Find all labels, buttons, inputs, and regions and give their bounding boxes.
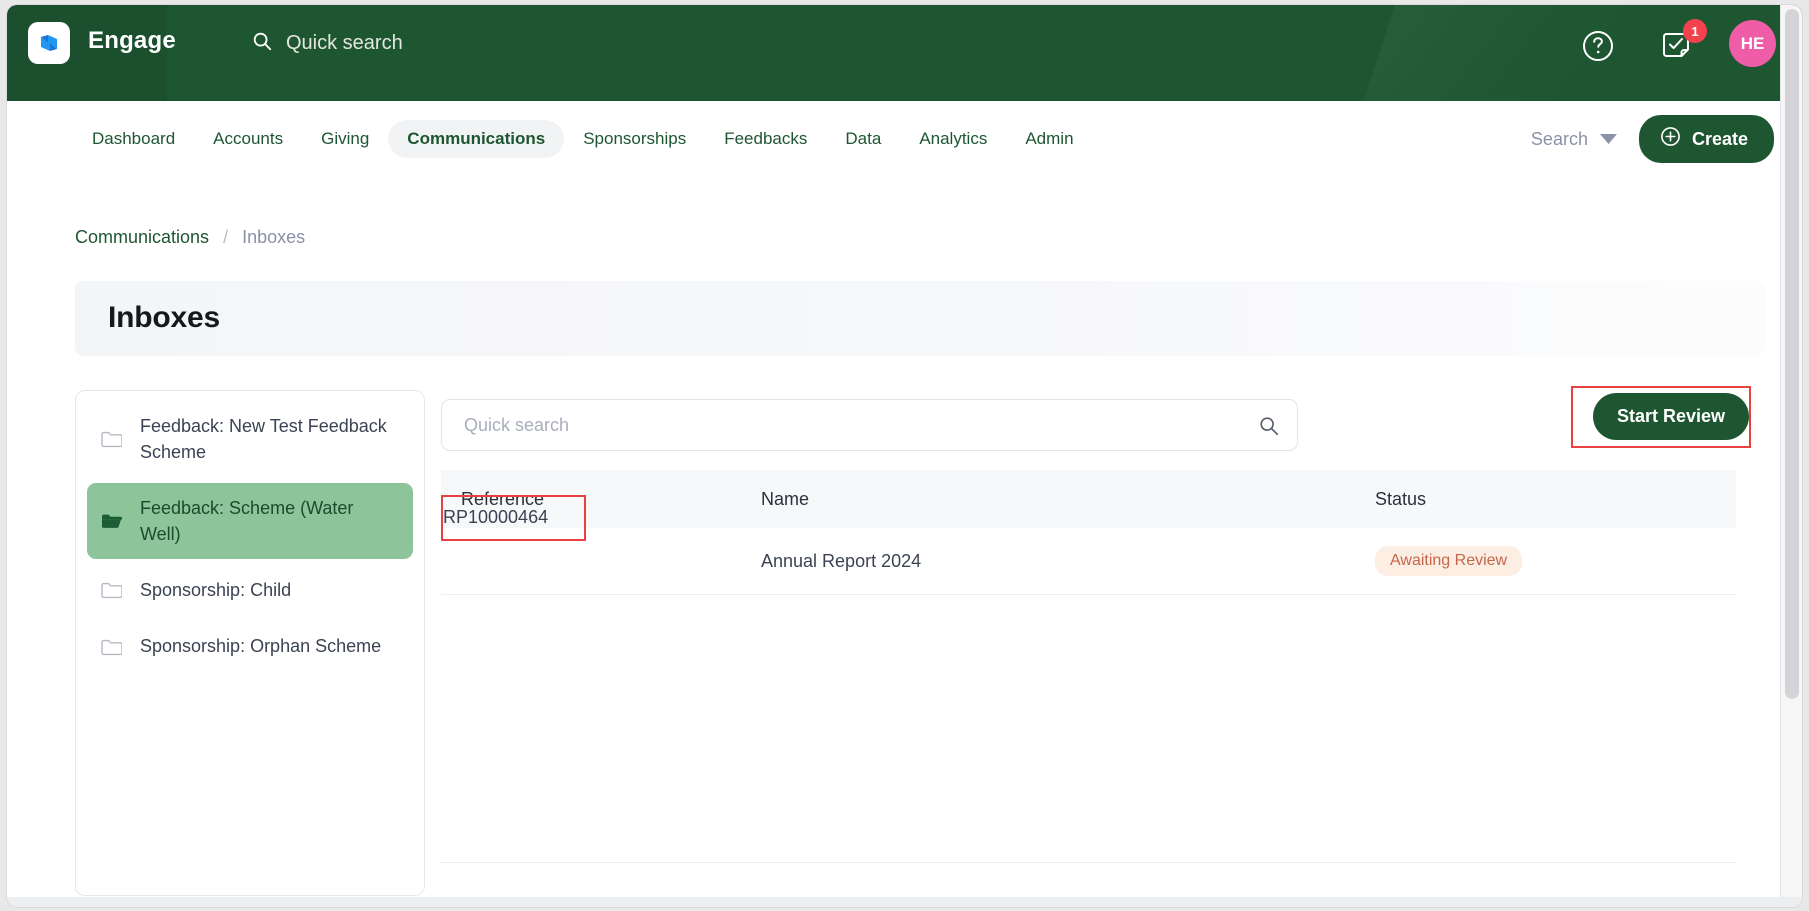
nav-links: Dashboard Accounts Giving Communications… bbox=[73, 101, 1093, 177]
search-icon[interactable] bbox=[1258, 415, 1280, 437]
inbox-item-label: Feedback: Scheme (Water Well) bbox=[140, 498, 354, 545]
avatar[interactable]: HE bbox=[1729, 20, 1776, 67]
nav-item-admin[interactable]: Admin bbox=[1006, 120, 1092, 158]
folder-closed-icon bbox=[101, 430, 123, 448]
nav-item-sponsorships[interactable]: Sponsorships bbox=[564, 120, 705, 158]
nav-item-feedbacks[interactable]: Feedbacks bbox=[705, 120, 826, 158]
table-row[interactable]: Annual Report 2024 Awaiting Review bbox=[441, 528, 1736, 595]
inbox-item-label: Sponsorship: Child bbox=[140, 580, 292, 601]
cell-reference[interactable] bbox=[441, 551, 761, 572]
inbox-list-panel: Feedback: New Test Feedback Scheme Feedb… bbox=[75, 390, 425, 896]
folder-open-icon bbox=[101, 512, 123, 530]
inbox-item-label: Feedback: New Test Feedback Scheme bbox=[140, 416, 387, 463]
nav-item-giving[interactable]: Giving bbox=[302, 120, 388, 158]
search-icon bbox=[251, 30, 273, 57]
breadcrumb-separator: / bbox=[223, 227, 229, 247]
page-title: Inboxes bbox=[108, 301, 220, 334]
quick-search-trigger[interactable]: Quick search bbox=[251, 30, 403, 57]
vertical-scrollbar-thumb[interactable] bbox=[1785, 9, 1799, 699]
cell-status: Awaiting Review bbox=[1375, 546, 1736, 576]
inbox-item-sponsorship-orphan-scheme[interactable]: Sponsorship: Orphan Scheme bbox=[87, 621, 413, 671]
folder-closed-icon bbox=[101, 638, 123, 656]
start-review-button[interactable]: Start Review bbox=[1593, 393, 1750, 440]
tasks-badge-count: 1 bbox=[1683, 19, 1707, 43]
top-header-bar: Engage Quick search 1 HE bbox=[7, 5, 1802, 101]
search-dropdown-label: Search bbox=[1530, 128, 1588, 149]
plus-circle-icon bbox=[1660, 126, 1681, 152]
status-badge: Awaiting Review bbox=[1375, 546, 1523, 576]
help-circle-icon[interactable] bbox=[1580, 28, 1616, 64]
table-bottom-divider bbox=[441, 862, 1736, 863]
create-button[interactable]: Create bbox=[1638, 115, 1774, 163]
folder-closed-icon bbox=[101, 581, 123, 599]
nav-item-dashboard[interactable]: Dashboard bbox=[73, 120, 194, 158]
main-navigation-bar: Dashboard Accounts Giving Communications… bbox=[38, 101, 1802, 177]
quick-search-label: Quick search bbox=[286, 32, 403, 54]
vertical-scrollbar-track[interactable] bbox=[1780, 5, 1802, 907]
nav-item-accounts[interactable]: Accounts bbox=[194, 120, 302, 158]
window-bottom-strip bbox=[7, 897, 1802, 907]
breadcrumb-parent[interactable]: Communications bbox=[75, 227, 209, 248]
nav-item-data[interactable]: Data bbox=[826, 120, 900, 158]
search-dropdown[interactable]: Search bbox=[1531, 129, 1623, 150]
breadcrumb: Communications / Inboxes bbox=[75, 227, 305, 248]
engage-logo-icon[interactable] bbox=[28, 22, 70, 64]
chevron-down-icon bbox=[1599, 129, 1617, 150]
inbox-item-feedback-new-test-feedback-scheme[interactable]: Feedback: New Test Feedback Scheme bbox=[87, 401, 413, 477]
column-header-status[interactable]: Status bbox=[1375, 489, 1736, 510]
app-window: Engage Quick search 1 HE Dashboard Accou… bbox=[7, 5, 1802, 907]
inbox-item-feedback-scheme-water-well[interactable]: Feedback: Scheme (Water Well) bbox=[87, 483, 413, 560]
records-table: Reference Name Status Annual Report 2024… bbox=[441, 470, 1736, 595]
column-header-name[interactable]: Name bbox=[761, 489, 1375, 510]
cell-reference-value[interactable]: RP10000464 bbox=[443, 507, 548, 528]
quick-search-field-wrapper bbox=[441, 399, 1298, 451]
cell-name: Annual Report 2024 bbox=[761, 550, 922, 571]
page-title-banner: Inboxes bbox=[75, 281, 1765, 356]
create-button-label: Create bbox=[1691, 128, 1748, 149]
nav-item-communications[interactable]: Communications bbox=[388, 120, 565, 158]
brand-title: Engage bbox=[88, 27, 176, 54]
nav-right-actions: Search Create bbox=[1531, 101, 1774, 177]
header-sheen bbox=[1346, 5, 1708, 101]
inbox-item-sponsorship-child[interactable]: Sponsorship: Child bbox=[87, 565, 413, 615]
table-header-row: Reference Name Status bbox=[441, 470, 1736, 528]
search-input[interactable] bbox=[442, 400, 1242, 450]
breadcrumb-current: Inboxes bbox=[242, 227, 306, 247]
nav-item-analytics[interactable]: Analytics bbox=[900, 120, 1006, 158]
inbox-item-label: Sponsorship: Orphan Scheme bbox=[140, 636, 382, 657]
